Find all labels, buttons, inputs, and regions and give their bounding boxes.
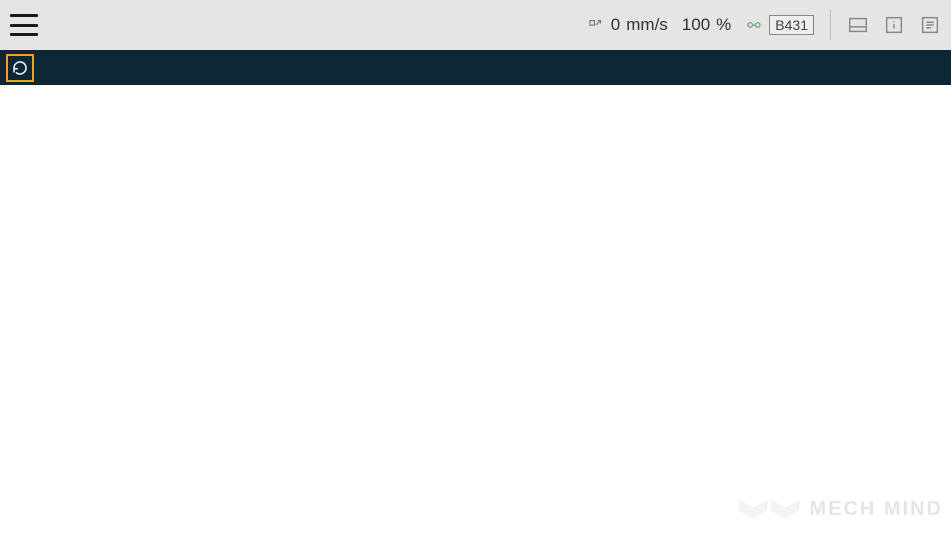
refresh-button[interactable] bbox=[6, 54, 34, 82]
override-status[interactable]: 100 % bbox=[682, 15, 732, 35]
connection-status[interactable]: B431 bbox=[745, 15, 814, 35]
override-unit: % bbox=[716, 15, 731, 35]
speed-value: 0 bbox=[611, 15, 620, 35]
speed-icon bbox=[587, 16, 605, 34]
content-area bbox=[0, 85, 951, 535]
log-icon[interactable] bbox=[919, 14, 941, 36]
speed-unit: mm/s bbox=[626, 15, 668, 35]
robot-id-badge: B431 bbox=[769, 15, 814, 35]
sub-toolbar bbox=[0, 50, 951, 85]
info-icon[interactable] bbox=[883, 14, 905, 36]
speed-status[interactable]: 0 mm/s bbox=[587, 15, 668, 35]
divider bbox=[830, 10, 831, 40]
override-value: 100 bbox=[682, 15, 710, 35]
hamburger-menu-icon[interactable] bbox=[10, 14, 38, 36]
keypad-icon[interactable] bbox=[847, 14, 869, 36]
top-bar: 0 mm/s 100 % B431 bbox=[0, 0, 951, 50]
status-area: 0 mm/s 100 % B431 bbox=[587, 10, 941, 40]
link-icon bbox=[745, 16, 763, 34]
